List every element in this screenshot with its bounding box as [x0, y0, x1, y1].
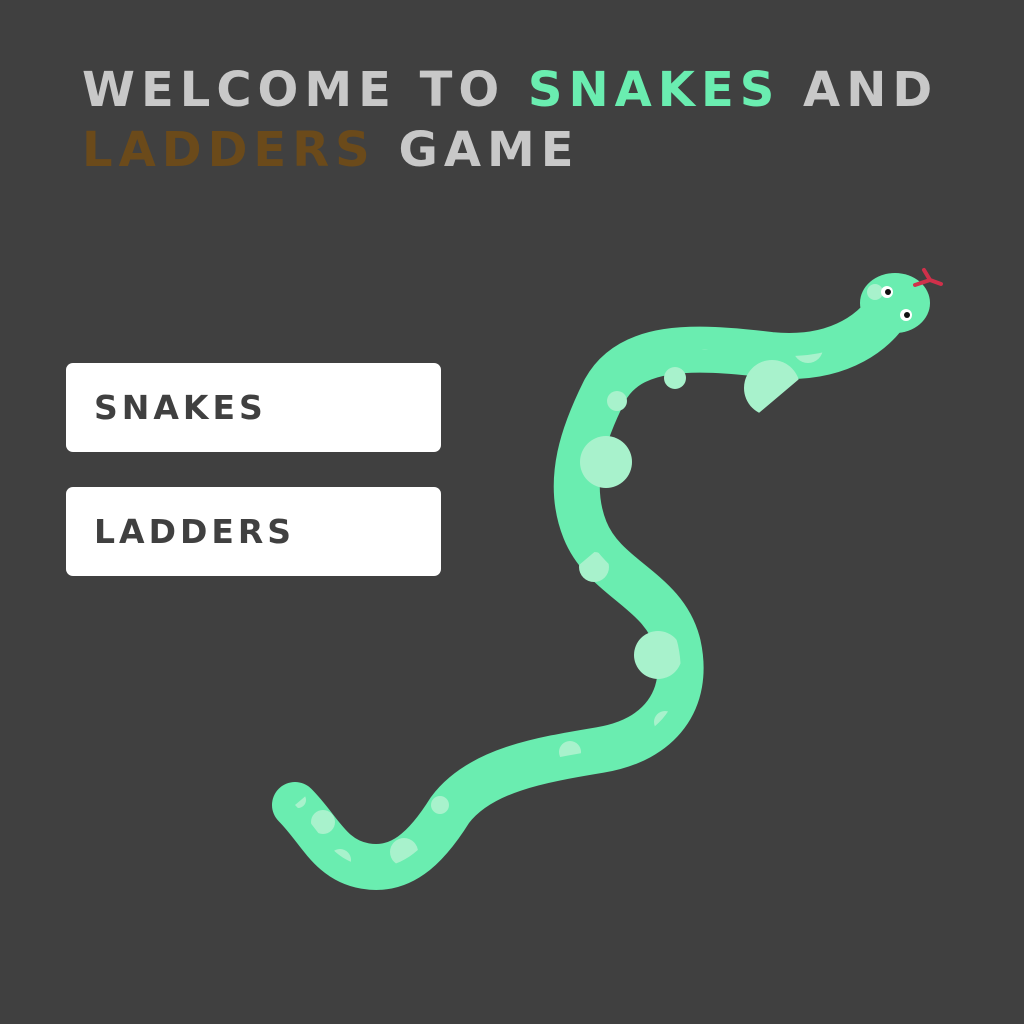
- snake-spots: [295, 284, 883, 867]
- snake-body: [272, 273, 930, 890]
- snake-illustration: [272, 268, 943, 890]
- snake-tongue-icon: [913, 268, 943, 287]
